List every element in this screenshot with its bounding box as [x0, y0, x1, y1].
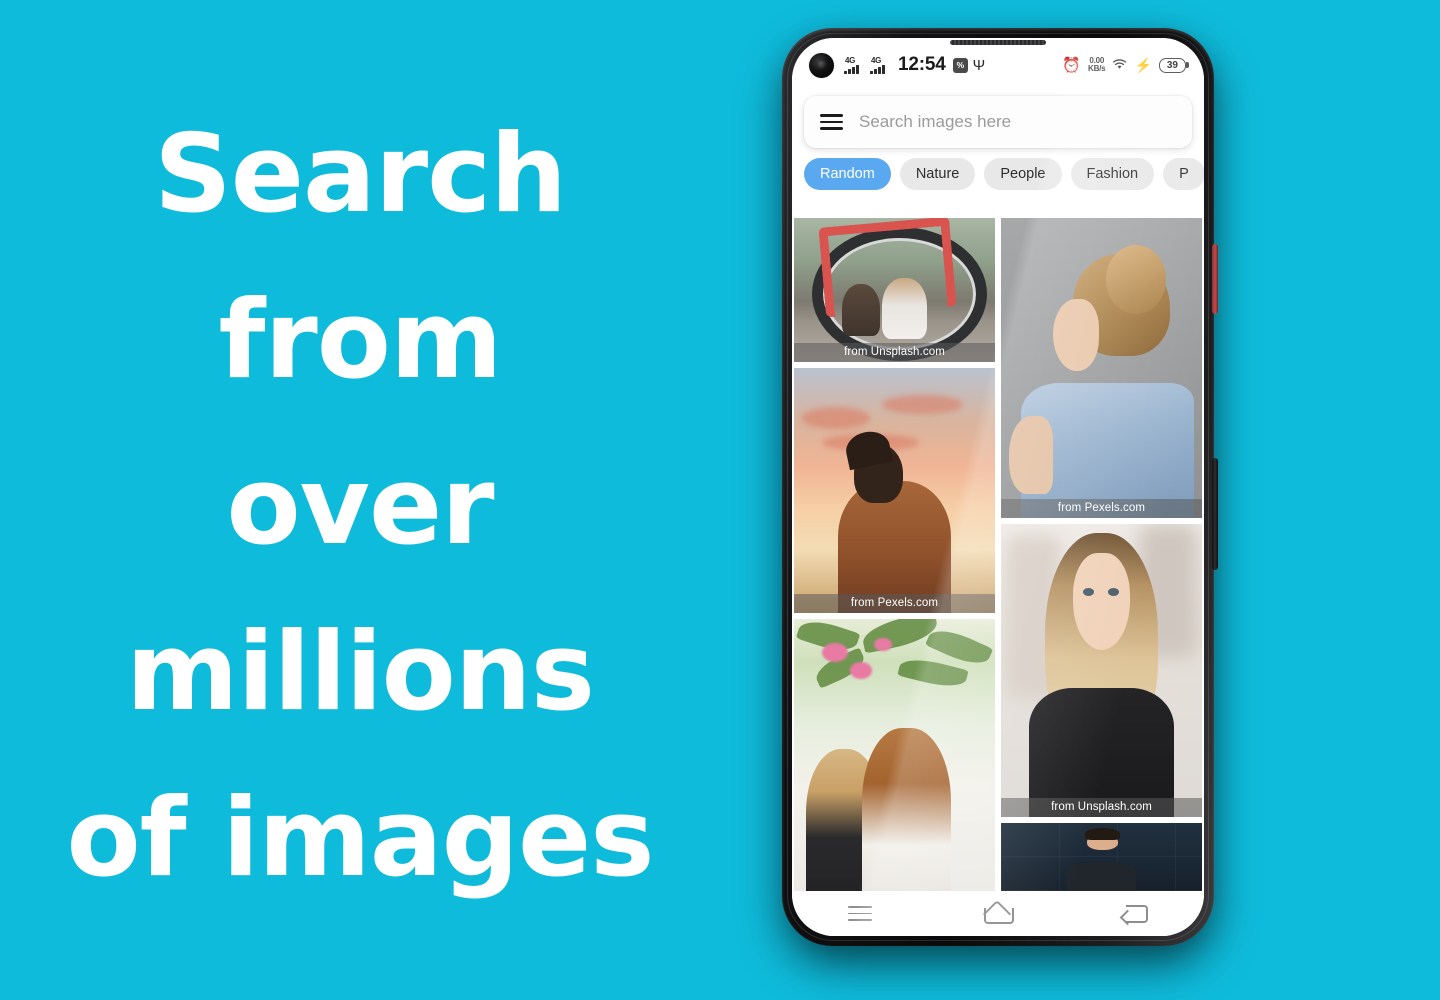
image-tile[interactable]: from Pexels.com: [1001, 218, 1202, 518]
photo-bicycle-couple: [794, 218, 995, 362]
phone-mockup: 4G 4G 12:54 % Ψ ⏰ 0.00 KB/s ⚡ 39 Search …: [782, 28, 1218, 946]
image-tile[interactable]: [1001, 822, 1202, 891]
photo-denim-jacket-woman: [1001, 218, 1202, 518]
photo-blonde-woman-portrait: [1001, 523, 1202, 817]
category-chips: Random Nature People Fashion P: [792, 158, 1204, 199]
image-tile[interactable]: from Unsplash.com: [1001, 523, 1202, 817]
headline-line-4: millions: [126, 610, 595, 735]
charging-bolt-icon: ⚡: [1134, 57, 1152, 73]
chip-fashion[interactable]: Fashion: [1070, 158, 1155, 190]
android-navigation-bar: [792, 891, 1204, 936]
image-credit: from Unsplash.com: [1001, 797, 1202, 817]
status-bar: 4G 4G 12:54 % Ψ ⏰ 0.00 KB/s ⚡ 39: [792, 38, 1204, 92]
search-input[interactable]: [859, 112, 1176, 132]
image-credit: from Unsplash.com: [794, 342, 995, 362]
grid-column-right: from Pexels.com from Unsplash.com: [1001, 218, 1202, 891]
image-credit: from Pexels.com: [794, 593, 995, 613]
image-tile[interactable]: from Unsplash.com: [794, 218, 995, 362]
signal-icon-sim1: 4G: [844, 56, 865, 74]
network-speed-indicator: 0.00 KB/s: [1088, 56, 1106, 74]
wifi-icon: [1112, 58, 1127, 73]
network-speed-unit: KB/s: [1088, 64, 1106, 73]
image-tile[interactable]: from Pexels.com: [794, 367, 995, 613]
photo-sunset-silhouette: [794, 367, 995, 613]
earpiece-speaker: [950, 40, 1046, 45]
status-bar-right: ⏰ 0.00 KB/s ⚡ 39: [1062, 56, 1186, 74]
photo-man-with-glasses: [1001, 822, 1202, 891]
chip-nature[interactable]: Nature: [899, 158, 976, 190]
alarm-icon: ⏰: [1062, 56, 1081, 74]
headline-line-2: from: [218, 278, 503, 403]
headline-line-3: over: [226, 444, 494, 569]
search-bar-container: [792, 92, 1204, 158]
status-bar-left: 4G 4G 12:54 % Ψ: [844, 54, 1062, 76]
page-title: Search from over millions of images: [0, 92, 720, 922]
vibrate-mode-icon: %: [952, 57, 968, 73]
usb-icon: Ψ: [972, 56, 986, 74]
chip-partial[interactable]: P: [1163, 158, 1204, 190]
status-bar-clock: 12:54: [898, 54, 946, 75]
front-camera-punch-hole: [808, 51, 835, 79]
search-bar[interactable]: [804, 96, 1192, 148]
image-credit: from Pexels.com: [1001, 498, 1202, 518]
recents-icon[interactable]: [847, 905, 872, 922]
power-button[interactable]: [1212, 244, 1218, 314]
hamburger-menu-icon[interactable]: [820, 113, 843, 131]
volume-rocker-button[interactable]: [1212, 458, 1218, 570]
image-tile[interactable]: [794, 618, 995, 891]
photo-girls-under-flowers: [794, 618, 995, 891]
battery-indicator: 39: [1158, 57, 1186, 73]
home-icon[interactable]: [983, 904, 1014, 924]
headline-line-5: of images: [66, 776, 654, 901]
chip-random[interactable]: Random: [804, 158, 891, 190]
back-icon[interactable]: [1122, 904, 1149, 923]
phone-screen: 4G 4G 12:54 % Ψ ⏰ 0.00 KB/s ⚡ 39 Search …: [792, 38, 1204, 936]
grid-column-left: from Unsplash.com from Pexels.com: [794, 218, 995, 891]
chip-people[interactable]: People: [984, 158, 1062, 190]
headline-line-1: Search: [153, 112, 567, 237]
signal-icon-sim2: 4G: [870, 56, 891, 74]
image-results-grid: from Unsplash.com from Pexels.com from P…: [792, 218, 1204, 891]
